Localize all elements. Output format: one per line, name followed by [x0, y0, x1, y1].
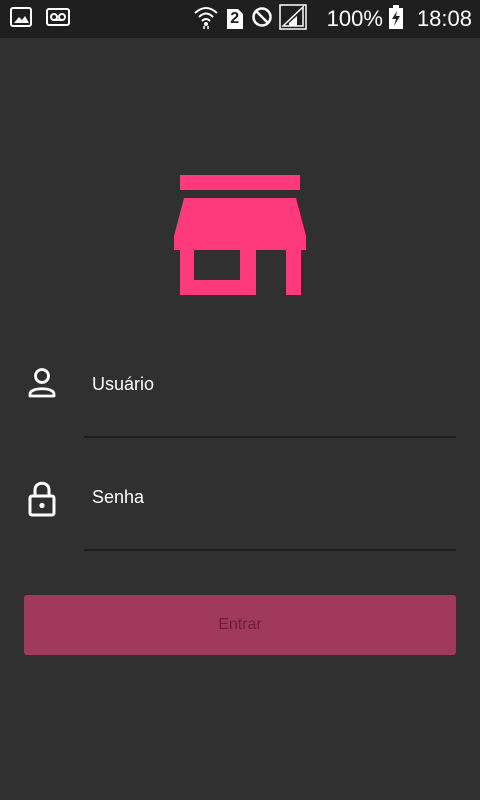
blocked-icon [251, 6, 273, 33]
enter-button[interactable]: Entrar [24, 595, 456, 655]
username-underline [84, 436, 456, 438]
username-field [0, 352, 480, 442]
sim-slot-number: 2 [230, 10, 240, 27]
password-underline [84, 549, 456, 551]
image-icon [10, 6, 32, 32]
battery-percentage: 100% [326, 6, 383, 31]
person-icon [28, 368, 56, 398]
voicemail-icon [46, 7, 70, 31]
password-input[interactable] [84, 479, 456, 515]
password-field [0, 465, 480, 555]
username-input[interactable] [84, 366, 456, 402]
wifi-icon [193, 4, 219, 35]
clock-time: 18:08 [416, 6, 472, 31]
status-bar: 2 100% 18:08 [0, 0, 480, 38]
login-screen: 2 100% 18:08 Usuário Entrar [0, 0, 480, 800]
store-icon [174, 175, 306, 295]
battery-charging-icon [388, 4, 403, 34]
sim-2-icon: 2 [225, 7, 245, 31]
signal-icon [278, 3, 307, 35]
lock-icon [28, 481, 56, 517]
